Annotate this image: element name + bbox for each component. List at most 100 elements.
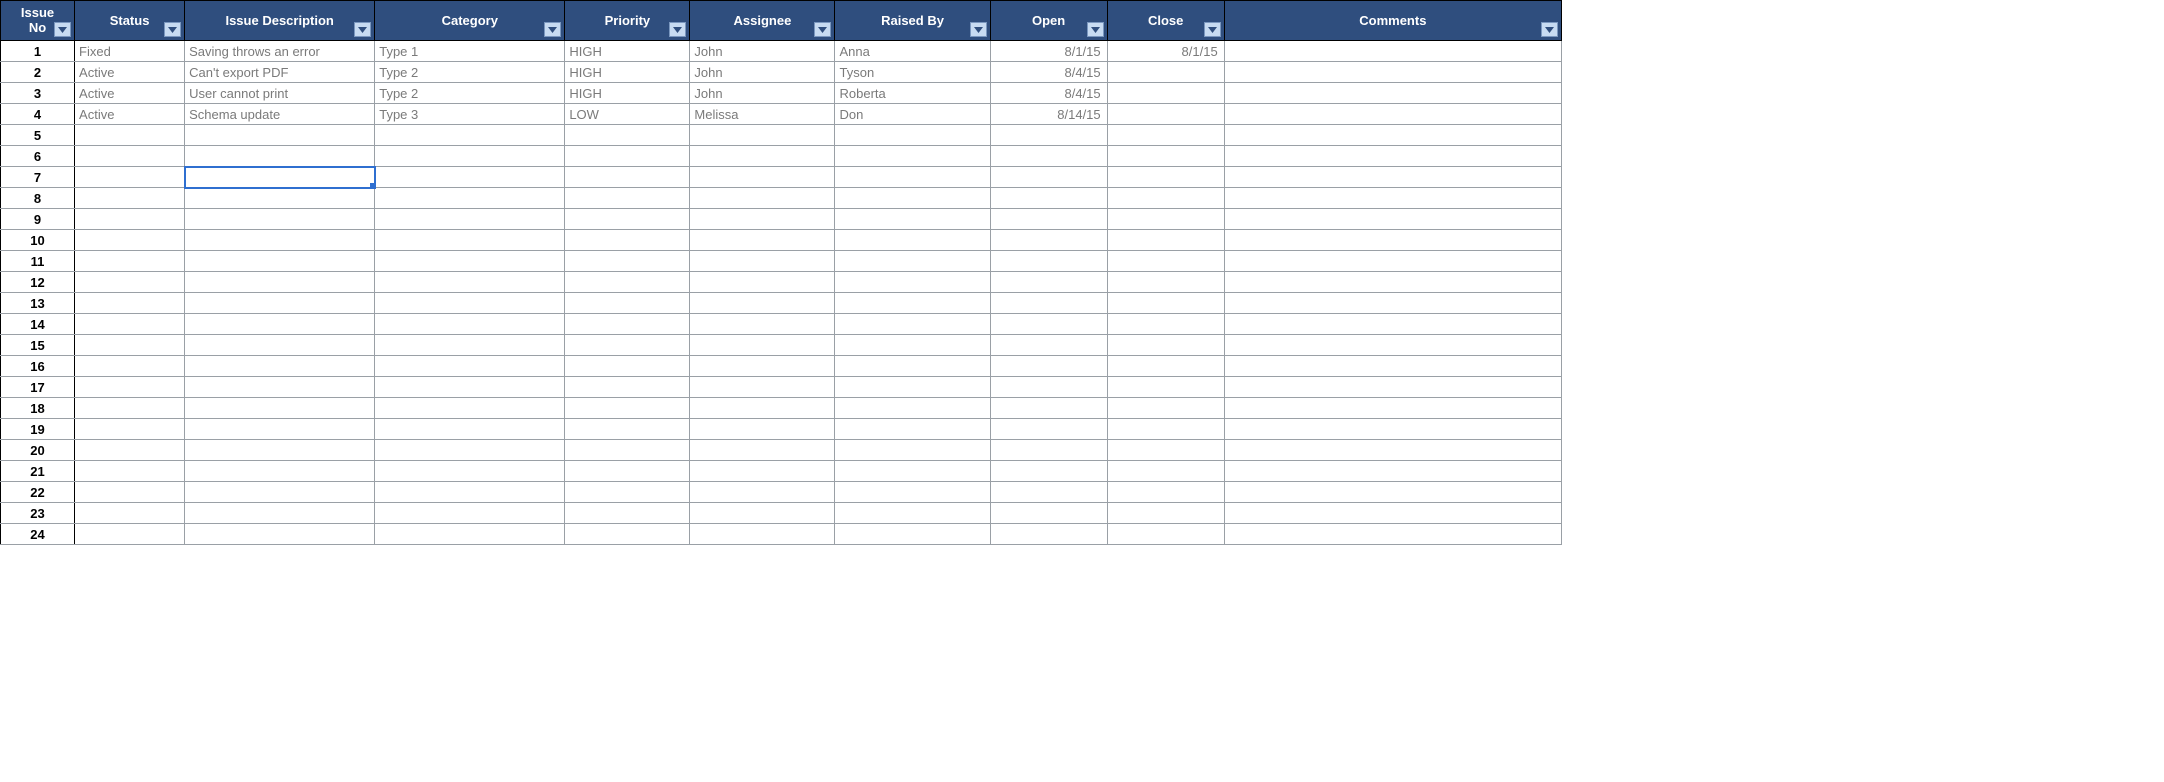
cell-issue_no[interactable]: 4 <box>1 104 75 125</box>
cell-open[interactable]: 8/4/15 <box>990 83 1107 104</box>
cell-close[interactable] <box>1107 440 1224 461</box>
cell-priority[interactable] <box>565 503 690 524</box>
cell-open[interactable] <box>990 167 1107 188</box>
cell-comments[interactable] <box>1224 314 1561 335</box>
cell-status[interactable] <box>75 440 185 461</box>
cell-desc[interactable] <box>185 419 375 440</box>
cell-comments[interactable] <box>1224 440 1561 461</box>
cell-status[interactable] <box>75 335 185 356</box>
cell-open[interactable] <box>990 377 1107 398</box>
cell-issue_no[interactable]: 24 <box>1 524 75 545</box>
cell-category[interactable] <box>375 188 565 209</box>
cell-issue_no[interactable]: 9 <box>1 209 75 230</box>
cell-comments[interactable] <box>1224 104 1561 125</box>
cell-comments[interactable] <box>1224 230 1561 251</box>
cell-assignee[interactable] <box>690 251 835 272</box>
cell-open[interactable] <box>990 440 1107 461</box>
cell-priority[interactable] <box>565 461 690 482</box>
cell-priority[interactable] <box>565 188 690 209</box>
cell-category[interactable] <box>375 398 565 419</box>
cell-open[interactable] <box>990 335 1107 356</box>
cell-desc[interactable] <box>185 188 375 209</box>
cell-close[interactable]: 8/1/15 <box>1107 41 1224 62</box>
cell-issue_no[interactable]: 16 <box>1 356 75 377</box>
cell-comments[interactable] <box>1224 335 1561 356</box>
cell-desc[interactable] <box>185 398 375 419</box>
cell-priority[interactable]: HIGH <box>565 62 690 83</box>
cell-raised_by[interactable]: Anna <box>835 41 990 62</box>
cell-comments[interactable] <box>1224 524 1561 545</box>
cell-status[interactable] <box>75 209 185 230</box>
cell-desc[interactable] <box>185 482 375 503</box>
cell-raised_by[interactable] <box>835 440 990 461</box>
cell-assignee[interactable] <box>690 419 835 440</box>
cell-open[interactable]: 8/4/15 <box>990 62 1107 83</box>
cell-open[interactable] <box>990 524 1107 545</box>
cell-raised_by[interactable]: Roberta <box>835 83 990 104</box>
cell-category[interactable] <box>375 356 565 377</box>
cell-desc[interactable] <box>185 251 375 272</box>
cell-open[interactable] <box>990 482 1107 503</box>
cell-assignee[interactable] <box>690 293 835 314</box>
cell-open[interactable] <box>990 461 1107 482</box>
cell-raised_by[interactable]: Don <box>835 104 990 125</box>
cell-status[interactable] <box>75 293 185 314</box>
cell-assignee[interactable] <box>690 335 835 356</box>
cell-raised_by[interactable] <box>835 230 990 251</box>
cell-close[interactable] <box>1107 398 1224 419</box>
cell-desc[interactable]: Saving throws an error <box>185 41 375 62</box>
cell-status[interactable] <box>75 188 185 209</box>
filter-dropdown-icon[interactable] <box>669 22 686 37</box>
cell-category[interactable] <box>375 461 565 482</box>
cell-issue_no[interactable]: 22 <box>1 482 75 503</box>
cell-comments[interactable] <box>1224 419 1561 440</box>
cell-priority[interactable] <box>565 524 690 545</box>
cell-category[interactable]: Type 2 <box>375 62 565 83</box>
cell-issue_no[interactable]: 17 <box>1 377 75 398</box>
cell-raised_by[interactable] <box>835 524 990 545</box>
cell-assignee[interactable] <box>690 272 835 293</box>
cell-close[interactable] <box>1107 377 1224 398</box>
cell-category[interactable] <box>375 293 565 314</box>
cell-status[interactable] <box>75 230 185 251</box>
cell-status[interactable] <box>75 146 185 167</box>
cell-priority[interactable] <box>565 482 690 503</box>
cell-desc[interactable] <box>185 293 375 314</box>
cell-issue_no[interactable]: 19 <box>1 419 75 440</box>
cell-desc[interactable] <box>185 461 375 482</box>
cell-category[interactable] <box>375 314 565 335</box>
cell-issue_no[interactable]: 18 <box>1 398 75 419</box>
cell-close[interactable] <box>1107 251 1224 272</box>
filter-dropdown-icon[interactable] <box>970 22 987 37</box>
cell-priority[interactable] <box>565 230 690 251</box>
cell-priority[interactable] <box>565 293 690 314</box>
cell-raised_by[interactable] <box>835 419 990 440</box>
cell-priority[interactable]: HIGH <box>565 83 690 104</box>
cell-category[interactable] <box>375 209 565 230</box>
cell-close[interactable] <box>1107 62 1224 83</box>
cell-assignee[interactable] <box>690 146 835 167</box>
cell-open[interactable] <box>990 251 1107 272</box>
cell-close[interactable] <box>1107 188 1224 209</box>
cell-category[interactable] <box>375 419 565 440</box>
cell-assignee[interactable] <box>690 482 835 503</box>
cell-close[interactable] <box>1107 503 1224 524</box>
cell-comments[interactable] <box>1224 167 1561 188</box>
cell-issue_no[interactable]: 7 <box>1 167 75 188</box>
cell-priority[interactable] <box>565 356 690 377</box>
cell-raised_by[interactable] <box>835 482 990 503</box>
cell-priority[interactable] <box>565 167 690 188</box>
cell-close[interactable] <box>1107 167 1224 188</box>
cell-status[interactable] <box>75 524 185 545</box>
cell-issue_no[interactable]: 15 <box>1 335 75 356</box>
cell-comments[interactable] <box>1224 293 1561 314</box>
cell-issue_no[interactable]: 21 <box>1 461 75 482</box>
cell-raised_by[interactable] <box>835 209 990 230</box>
cell-category[interactable] <box>375 335 565 356</box>
cell-desc[interactable] <box>185 440 375 461</box>
cell-issue_no[interactable]: 2 <box>1 62 75 83</box>
cell-issue_no[interactable]: 23 <box>1 503 75 524</box>
cell-comments[interactable] <box>1224 356 1561 377</box>
cell-open[interactable] <box>990 356 1107 377</box>
cell-open[interactable] <box>990 230 1107 251</box>
